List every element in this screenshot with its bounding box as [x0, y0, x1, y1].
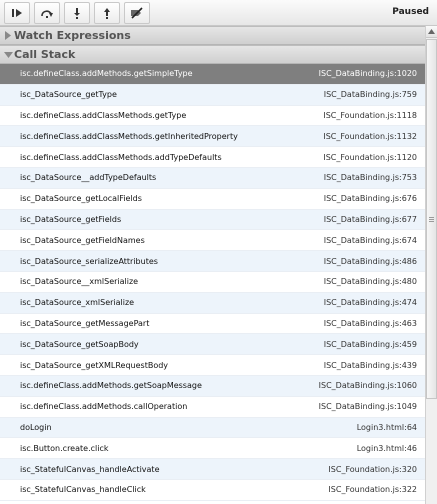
collapsed-triangle-icon: [0, 31, 14, 40]
frame-source-location: ISC_DataBinding.js:676: [323, 194, 417, 204]
disable-breakpoints-button[interactable]: [124, 1, 150, 24]
watch-expressions-header[interactable]: Watch Expressions: [0, 26, 425, 45]
call-stack-frame[interactable]: isc_DataSource_getType ISC_DataBinding.js…: [0, 84, 425, 106]
call-stack-frame[interactable]: isc_DataSource_xmlSerialize ISC_DataBindi…: [0, 292, 425, 314]
debugger-status: Paused: [392, 7, 429, 17]
frame-function-name: isc_DataSource__addTypeDefaults: [20, 173, 157, 183]
frame-function-name: isc_DataSource_getXMLRequestBody: [20, 360, 169, 370]
scroll-grip-icon: [429, 216, 434, 222]
frame-source-location: ISC_DataBinding.js:677: [323, 214, 417, 224]
call-stack-frame[interactable]: isc.defineClass.addMethods.getSoapMessag…: [0, 375, 425, 397]
call-stack-frame[interactable]: isc_DataSource_getMessagePart ISC_DataBin…: [0, 313, 425, 335]
step-out-button[interactable]: [94, 1, 120, 24]
debugger-toolbar: Paused: [0, 0, 437, 26]
frame-function-name: isc_DataSource_getType: [20, 90, 117, 100]
call-stack-frame[interactable]: isc_StatefulCanvas_handleActivate ISC_Fou…: [0, 459, 425, 480]
frame-source-location: ISC_Foundation.js:320: [328, 464, 417, 474]
frame-function-name: isc_DataSource_getMessagePart: [20, 318, 150, 328]
call-stack-frame[interactable]: isc.defineClass.addMethods.callOperation…: [0, 396, 425, 418]
resume-icon: [10, 7, 24, 19]
frame-source-location: ISC_Foundation.js:1118: [323, 110, 417, 120]
call-stack-frame[interactable]: isc_DataSource_getLocalFields ISC_DataBin…: [0, 188, 425, 210]
call-stack-header[interactable]: Call Stack: [0, 45, 425, 64]
frame-function-name: isc_StatefulCanvas_handleActivate: [20, 464, 160, 474]
frame-source-location: ISC_DataBinding.js:753: [323, 173, 417, 183]
call-stack-frame[interactable]: isc_DataSource__addTypeDefaults ISC_DataB…: [0, 167, 425, 189]
step-out-icon: [100, 7, 114, 19]
resume-button[interactable]: [4, 1, 30, 24]
vertical-scrollbar[interactable]: [425, 26, 437, 504]
call-stack-frame[interactable]: isc_DataSource_getFieldNames ISC_DataBind…: [0, 230, 425, 252]
call-stack-frame[interactable]: isc.defineClass.addClassMethods.getType I…: [0, 105, 425, 127]
disable-breakpoints-icon: [129, 6, 145, 19]
frame-source-location: ISC_DataBinding.js:459: [323, 339, 417, 349]
frame-source-location: ISC_DataBinding.js:439: [323, 360, 417, 370]
frame-function-name: isc_DataSource__xmlSerialize: [20, 277, 139, 287]
call-stack-title: Call Stack: [14, 48, 76, 61]
frame-function-name: isc.defineClass.addClassMethods.addTypeD…: [20, 152, 222, 162]
frame-function-name: isc.Button.create.click: [20, 443, 109, 453]
step-over-button[interactable]: [34, 1, 60, 24]
frame-function-name: isc.defineClass.addClassMethods.getInher…: [20, 131, 238, 141]
frame-source-location: ISC_DataBinding.js:480: [323, 277, 417, 287]
frame-source-location: ISC_Foundation.js:1132: [323, 131, 417, 141]
call-stack-frame[interactable]: isc_DataSource_getXMLRequestBody ISC_Data…: [0, 355, 425, 376]
frame-source-location: Login3.html:64: [356, 422, 417, 432]
frame-source-location: ISC_Foundation.js:1120: [323, 152, 417, 162]
frame-function-name: isc_DataSource_getLocalFields: [20, 194, 142, 204]
scroll-thumb[interactable]: [426, 39, 437, 399]
step-into-button[interactable]: [64, 1, 90, 24]
frame-function-name: isc_DataSource_getFields: [20, 214, 122, 224]
call-stack-frame[interactable]: isc.Button.create.click Login3.html:46: [0, 438, 425, 460]
frame-source-location: Login3.html:46: [356, 443, 417, 453]
call-stack-frame[interactable]: isc.defineClass.addClassMethods.addTypeD…: [0, 147, 425, 168]
call-stack-frame[interactable]: doLogin Login3.html:64: [0, 417, 425, 439]
call-stack-frame[interactable]: isc_DataSource_serializeAttributes ISC_Da…: [0, 251, 425, 272]
call-stack-frame[interactable]: isc.defineClass.addClassMethods.getInher…: [0, 126, 425, 148]
step-into-icon: [70, 7, 84, 19]
watch-expressions-title: Watch Expressions: [14, 29, 131, 42]
frame-source-location: ISC_DataBinding.js:1060: [318, 381, 417, 391]
frame-function-name: isc.defineClass.addMethods.callOperation: [20, 402, 188, 412]
scroll-up-button[interactable]: [426, 26, 437, 38]
frame-source-location: ISC_DataBinding.js:486: [323, 256, 417, 266]
call-stack-frame[interactable]: isc.defineClass.addMethods.getSimpleType…: [0, 64, 425, 85]
frame-function-name: isc_DataSource_getFieldNames: [20, 235, 145, 245]
expanded-triangle-icon: [0, 51, 14, 59]
frame-source-location: ISC_DataBinding.js:463: [323, 318, 417, 328]
call-stack-frame[interactable]: isc_DataSource__xmlSerialize ISC_DataBind…: [0, 271, 425, 293]
frame-function-name: doLogin: [20, 422, 52, 432]
frame-function-name: isc.defineClass.addMethods.getSimpleType: [20, 69, 193, 79]
frame-source-location: ISC_DataBinding.js:674: [323, 235, 417, 245]
frame-function-name: isc.defineClass.addClassMethods.getType: [20, 110, 187, 120]
call-stack-frame[interactable]: isc_DataSource_getFields ISC_DataBinding.…: [0, 209, 425, 231]
frame-source-location: ISC_DataBinding.js:759: [323, 90, 417, 100]
call-stack-list: isc.defineClass.addMethods.getSimpleType…: [0, 64, 425, 504]
call-stack-frame[interactable]: isc_DataSource_getSoapBody ISC_DataBindin…: [0, 334, 425, 356]
frame-function-name: isc_DataSource_xmlSerialize: [20, 298, 135, 308]
frame-function-name: isc_DataSource_getSoapBody: [20, 339, 139, 349]
frame-function-name: isc_StatefulCanvas_handleClick: [20, 485, 146, 495]
step-over-icon: [40, 7, 54, 19]
frame-function-name: isc.defineClass.addMethods.getSoapMessag…: [20, 381, 202, 391]
frame-function-name: isc_DataSource_serializeAttributes: [20, 256, 158, 266]
frame-source-location: ISC_DataBinding.js:474: [323, 298, 417, 308]
frame-source-location: ISC_DataBinding.js:1020: [318, 69, 417, 79]
frame-source-location: ISC_DataBinding.js:1049: [318, 402, 417, 412]
call-stack-frame[interactable]: isc_StatefulCanvas_handleClick ISC_Founda…: [0, 479, 425, 501]
frame-source-location: ISC_Foundation.js:322: [328, 485, 417, 495]
scroll-up-arrow-icon: [428, 29, 435, 34]
